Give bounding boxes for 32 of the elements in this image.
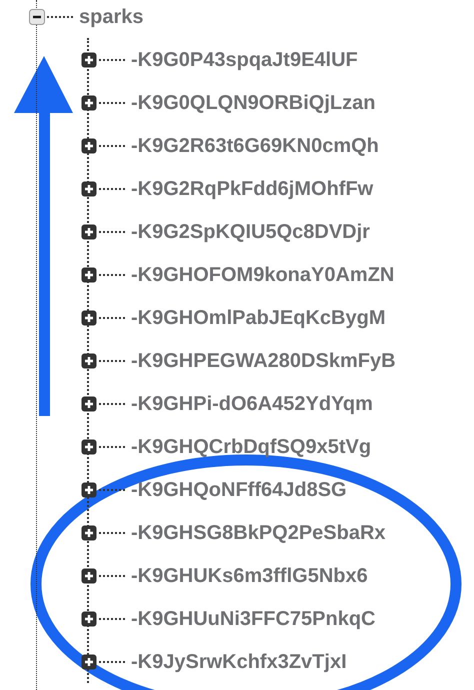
node-label[interactable]: -K9GHPi-dO6A452YdYqm [131, 394, 373, 414]
expand-icon[interactable] [81, 568, 97, 584]
expand-icon[interactable] [81, 482, 97, 498]
expand-icon[interactable] [81, 654, 97, 670]
node-label[interactable]: -K9G2R63t6G69KN0cmQh [131, 136, 379, 156]
node-label[interactable]: sparks [79, 7, 144, 27]
node-label[interactable]: -K9JySrwKchfx3ZvTjxI [131, 652, 347, 672]
node-label[interactable]: -K9GHSG8BkPQ2PeSbaRx [131, 522, 386, 542]
node-label[interactable]: -K9GHQCrbDqfSQ9x5tVg [131, 436, 372, 456]
collapse-icon[interactable] [29, 9, 45, 25]
expand-icon[interactable] [81, 352, 97, 368]
node-label[interactable]: -K9GHPEGWA280DSkmFyB [131, 350, 396, 370]
expand-icon[interactable] [81, 224, 97, 240]
expand-icon[interactable] [81, 94, 97, 110]
node-label[interactable]: -K9G0QLQN9ORBiQjLzan [131, 92, 376, 112]
expand-icon[interactable] [81, 180, 97, 196]
expand-icon[interactable] [81, 52, 97, 68]
expand-icon[interactable] [81, 610, 97, 626]
expand-icon[interactable] [81, 138, 97, 154]
node-label[interactable]: -K9G2SpKQIU5Qc8DVDjr [131, 222, 370, 242]
node-label[interactable]: -K9GHOFOM9konaY0AmZN [131, 264, 394, 284]
expand-icon[interactable] [81, 524, 97, 540]
node-label[interactable]: -K9G2RqPkFdd6jMOhfFw [131, 178, 374, 198]
expand-icon[interactable] [81, 266, 97, 282]
node-label[interactable]: -K9G0P43spqaJt9E4lUF [131, 50, 358, 70]
node-label[interactable]: -K9GHUuNi3FFC75PnkqC [131, 608, 376, 628]
expand-icon[interactable] [81, 396, 97, 412]
node-label[interactable]: -K9GHUKs6m3fflG5Nbx6 [131, 566, 368, 586]
expand-icon[interactable] [81, 438, 97, 454]
node-label[interactable]: -K9GHQoNFff64Jd8SG [131, 480, 347, 500]
node-label[interactable]: -K9GHOmlPabJEqKcBygM [131, 308, 386, 328]
expand-icon[interactable] [81, 310, 97, 326]
